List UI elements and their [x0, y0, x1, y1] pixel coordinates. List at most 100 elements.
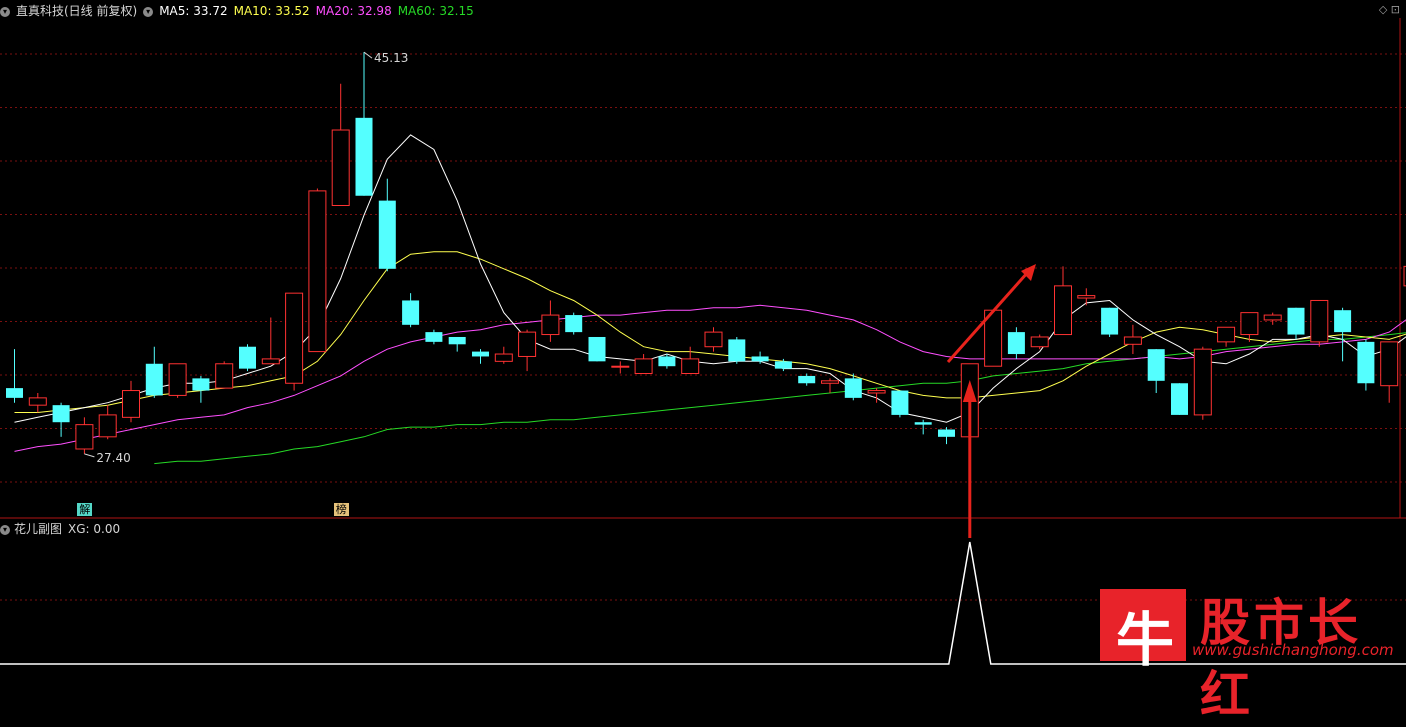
- candle: [891, 391, 908, 418]
- candle: [519, 330, 536, 371]
- candle-body: [402, 300, 419, 324]
- candle: [589, 337, 606, 361]
- candle-body: [472, 352, 489, 357]
- candle: [6, 349, 23, 403]
- high-pointer: [364, 52, 372, 58]
- candle-body: [845, 378, 862, 397]
- candle-body: [1264, 315, 1281, 320]
- candle-body: [542, 315, 559, 334]
- chevron-down-icon[interactable]: ▾: [143, 7, 153, 17]
- candle-body: [1171, 383, 1188, 415]
- candle-body: [822, 381, 839, 383]
- chart-header: ▾直真科技(日线 前复权)▾MA5: 33.72MA10: 33.52MA20:…: [0, 2, 480, 19]
- candle: [542, 300, 559, 341]
- candle: [192, 376, 209, 403]
- candle: [262, 318, 279, 364]
- candle-body: [1381, 342, 1398, 386]
- candle-body: [635, 359, 652, 374]
- candle-body: [1055, 286, 1072, 335]
- candle-body: [146, 364, 163, 396]
- candle: [1171, 383, 1188, 415]
- marker-bang[interactable]: 榜: [334, 503, 349, 516]
- candle: [915, 420, 932, 435]
- candle-body: [705, 332, 722, 347]
- candle-body: [565, 315, 582, 332]
- candle: [1311, 300, 1328, 346]
- candle-body: [1148, 349, 1165, 381]
- candlestick-series: [6, 52, 1406, 454]
- candle: [402, 293, 419, 327]
- candle-body: [658, 356, 675, 366]
- candle-body: [379, 201, 396, 269]
- sub-chart-title: 花儿副图: [14, 522, 62, 536]
- high-price-label: 45.13: [374, 51, 408, 65]
- candle-body: [1288, 308, 1305, 335]
- candle-body: [356, 118, 373, 196]
- stock-title: 直真科技(日线 前复权): [16, 4, 137, 18]
- candle: [1124, 325, 1141, 354]
- candle: [146, 347, 163, 398]
- chevron-down-icon[interactable]: ▾: [0, 525, 10, 535]
- candle-body: [1334, 310, 1351, 332]
- candle: [1264, 313, 1281, 325]
- candle: [239, 344, 256, 371]
- marker-jie[interactable]: 解: [77, 503, 92, 516]
- candle: [169, 364, 186, 398]
- candle-body: [169, 364, 186, 396]
- candle-body: [891, 391, 908, 415]
- candle: [332, 84, 349, 206]
- candle-body: [76, 425, 93, 449]
- candle: [868, 388, 885, 403]
- candle-body: [1311, 300, 1328, 341]
- candle-body: [425, 332, 442, 342]
- candle-body: [915, 422, 932, 424]
- candle: [29, 393, 46, 412]
- candle: [682, 347, 699, 374]
- candle: [379, 179, 396, 272]
- candle-body: [1357, 342, 1374, 383]
- candle: [1031, 335, 1048, 350]
- candle: [938, 427, 955, 444]
- candle: [53, 403, 70, 437]
- collapse-icon[interactable]: ⊡: [1391, 3, 1400, 16]
- candle-body: [1218, 327, 1235, 342]
- candle: [472, 349, 489, 364]
- candle: [1357, 339, 1374, 390]
- candle-body: [752, 356, 769, 361]
- chevron-down-icon[interactable]: ▾: [0, 7, 10, 17]
- kline-chart[interactable]: 45.13 27.40: [0, 0, 1406, 667]
- candle: [99, 405, 116, 439]
- candle: [123, 381, 140, 422]
- low-pointer: [84, 454, 94, 457]
- candle: [1194, 347, 1211, 420]
- candle-body: [1008, 332, 1025, 354]
- diamond-icon[interactable]: ◇: [1379, 3, 1387, 16]
- candle: [822, 378, 839, 393]
- candle-body: [449, 337, 466, 344]
- candle: [1101, 308, 1118, 337]
- ma5-label: MA5: 33.72: [159, 4, 227, 18]
- candle-body: [519, 332, 536, 356]
- candle-body: [123, 391, 140, 418]
- watermark-logo: 牛: [1100, 589, 1186, 661]
- low-price-label: 27.40: [96, 451, 130, 465]
- candle-body: [262, 359, 279, 364]
- candle-body: [332, 130, 349, 205]
- candle-body: [99, 415, 116, 437]
- candle-body: [286, 293, 303, 383]
- candle: [76, 417, 93, 454]
- candle-body: [1241, 313, 1258, 335]
- candle: [635, 354, 652, 373]
- candle: [425, 330, 442, 345]
- corner-controls: ◇ ⊡: [1379, 3, 1400, 16]
- candle: [1008, 327, 1025, 359]
- xg-label: XG: 0.00: [68, 522, 120, 536]
- candle: [449, 337, 466, 352]
- candle: [1218, 327, 1235, 346]
- candle-body: [1031, 337, 1048, 347]
- candle-body: [798, 376, 815, 383]
- candle: [286, 293, 303, 390]
- candle: [1055, 266, 1072, 334]
- candle: [309, 188, 326, 351]
- candle-body: [682, 359, 699, 374]
